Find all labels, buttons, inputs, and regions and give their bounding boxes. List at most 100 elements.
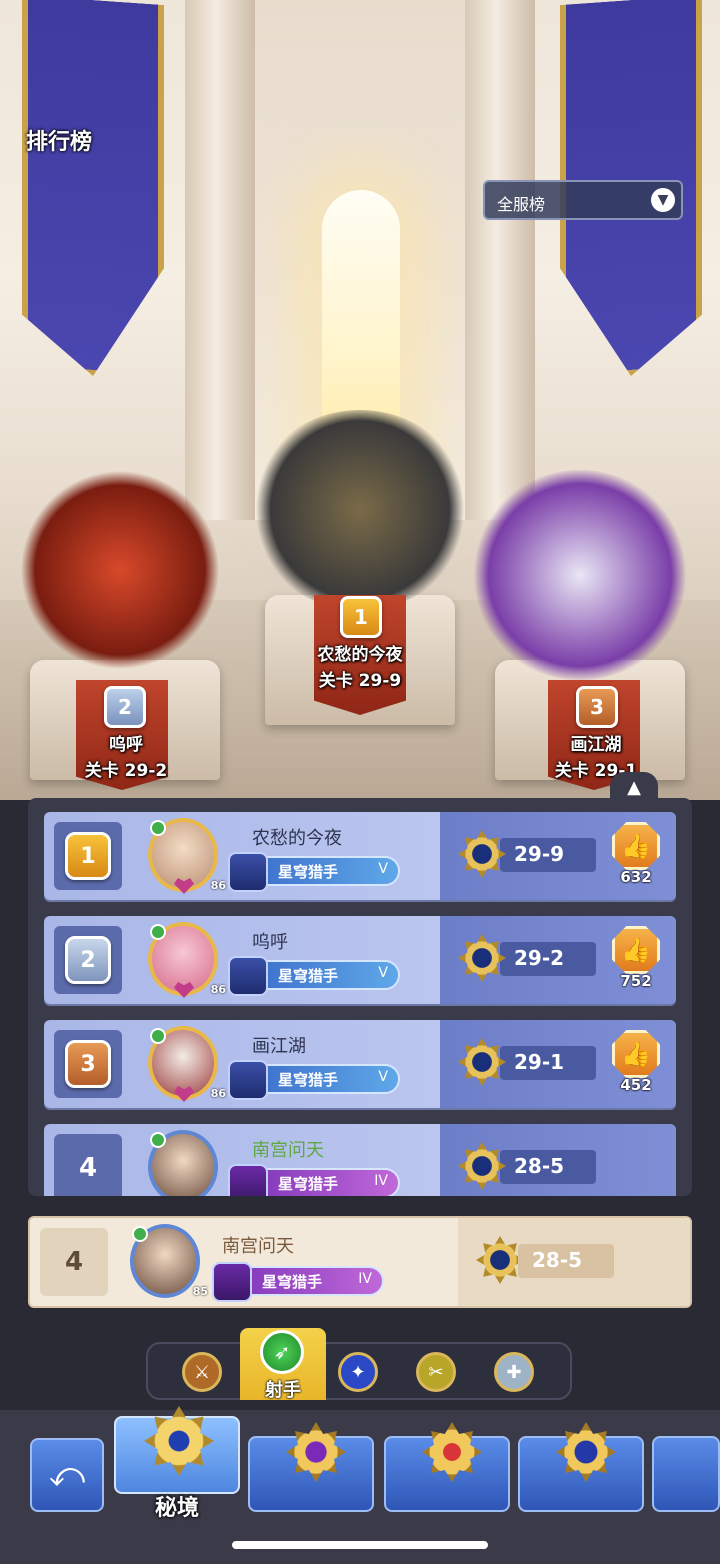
player-level: 86 bbox=[210, 983, 226, 996]
rank-box: 2 bbox=[54, 926, 122, 994]
realm-emblem-icon bbox=[144, 1406, 214, 1476]
player-name: 农愁的今夜 bbox=[252, 828, 342, 849]
podium-rank-badge: 1 bbox=[340, 596, 382, 638]
heart-icon bbox=[174, 982, 194, 998]
class-tag-icon bbox=[150, 924, 166, 940]
thumbs-up-icon[interactable]: 👍 bbox=[612, 926, 660, 974]
leaderboard-row[interactable]: 2 86 呜呼 星穹猎手 V 29-2 👍 752 bbox=[44, 916, 676, 1004]
column bbox=[185, 0, 255, 520]
rank-medal: 1 bbox=[65, 832, 111, 880]
podium-name: 呜呼 bbox=[109, 735, 143, 755]
tab-secret-realm[interactable] bbox=[114, 1406, 240, 1494]
page-title: 排行榜 bbox=[26, 130, 93, 155]
avatar[interactable]: 86 bbox=[148, 818, 226, 894]
realm-sigil-icon bbox=[458, 830, 506, 878]
avatar[interactable] bbox=[148, 1130, 218, 1196]
back-button[interactable]: ⤺ bbox=[30, 1438, 104, 1512]
assassin-icon[interactable]: ✂ bbox=[416, 1352, 456, 1392]
realm-sigil-icon bbox=[476, 1236, 524, 1284]
stage-value: 28-5 bbox=[514, 1154, 565, 1178]
tab-secret-realm-label: 秘境 bbox=[154, 1496, 199, 1521]
tab-more[interactable] bbox=[652, 1436, 720, 1512]
avatar[interactable]: 85 bbox=[130, 1224, 208, 1298]
progress-section: 29-2 👍 752 bbox=[440, 916, 676, 1004]
stage-value: 29-2 bbox=[514, 946, 565, 970]
title-tier: IV bbox=[374, 1173, 388, 1189]
rank-box: 4 bbox=[54, 1134, 122, 1196]
class-tag-icon bbox=[150, 820, 166, 836]
stage-box: 29-1 bbox=[500, 1046, 596, 1080]
server-dropdown[interactable]: 全服榜 ▼ bbox=[483, 180, 683, 220]
title-text: 星穹猎手 bbox=[262, 1273, 323, 1291]
home-indicator bbox=[232, 1541, 488, 1549]
player-name: 呜呼 bbox=[252, 932, 288, 953]
class-tab-label: 射手 bbox=[265, 1380, 301, 1401]
title-text: 星穹猎手 bbox=[278, 1071, 339, 1089]
thumbs-up-icon[interactable]: 👍 bbox=[612, 1030, 660, 1078]
rank-box: 3 bbox=[54, 1030, 122, 1098]
rank-box: 1 bbox=[54, 822, 122, 890]
player-level: 86 bbox=[210, 1087, 226, 1100]
back-arrow-icon: ⤺ bbox=[48, 1455, 86, 1495]
podium-rank-badge: 2 bbox=[104, 686, 146, 728]
hero-rank-2-figure[interactable] bbox=[20, 470, 220, 670]
banner-left bbox=[22, 0, 164, 381]
heart-icon bbox=[174, 878, 194, 894]
tab-purple-emblem[interactable] bbox=[248, 1422, 374, 1512]
stage-box: 28-5 bbox=[500, 1150, 596, 1184]
podium-stage: 关卡 29-1 bbox=[554, 761, 638, 781]
title-text: 星穹猎手 bbox=[278, 863, 339, 881]
title-emblem-icon bbox=[228, 852, 268, 892]
chevron-down-icon[interactable]: ▼ bbox=[651, 188, 675, 212]
support-icon[interactable]: ✚ bbox=[494, 1352, 534, 1392]
leaderboard-row[interactable]: 1 86 农愁的今夜 星穹猎手 V 29-9 👍 632 bbox=[44, 812, 676, 900]
class-tag-icon bbox=[150, 1132, 166, 1148]
tab-crown[interactable] bbox=[384, 1422, 510, 1512]
title-badge: 星穹猎手 V bbox=[228, 956, 400, 996]
leaderboard-row[interactable]: 3 86 画江湖 星穹猎手 V 29-1 👍 452 bbox=[44, 1020, 676, 1108]
stage-value: 29-1 bbox=[514, 1050, 565, 1074]
title-emblem-icon bbox=[228, 1164, 268, 1196]
leaderboard-row[interactable]: 4 南宫问天 星穹猎手 IV 28-5 bbox=[44, 1124, 676, 1196]
star-emblem-icon bbox=[556, 1422, 616, 1482]
mage-icon[interactable]: ✦ bbox=[338, 1352, 378, 1392]
rank-box: 4 bbox=[40, 1228, 108, 1296]
like-count: 452 bbox=[620, 1076, 652, 1094]
title-emblem-icon bbox=[228, 1060, 268, 1100]
title-emblem-icon bbox=[212, 1262, 252, 1302]
class-tag-icon bbox=[132, 1226, 148, 1242]
avatar[interactable]: 86 bbox=[148, 1026, 226, 1102]
realm-sigil-icon bbox=[458, 1038, 506, 1086]
hero-rank-1-figure[interactable] bbox=[250, 410, 470, 610]
progress-section: 29-1 👍 452 bbox=[440, 1020, 676, 1108]
progress-section: 28-5 bbox=[440, 1124, 676, 1196]
hero-rank-3-figure[interactable] bbox=[470, 470, 690, 680]
stage-box: 28-5 bbox=[518, 1244, 614, 1278]
tab-star-emblem[interactable] bbox=[518, 1422, 644, 1512]
server-dropdown-label: 全服榜 bbox=[497, 195, 546, 214]
chevron-up-icon: ▲ bbox=[627, 776, 641, 798]
player-level: 86 bbox=[210, 879, 226, 892]
player-name: 画江湖 bbox=[252, 1036, 306, 1057]
stage-box: 29-2 bbox=[500, 942, 596, 976]
heart-icon bbox=[174, 1086, 194, 1102]
title-tier: IV bbox=[358, 1271, 372, 1287]
column bbox=[465, 0, 535, 520]
thumbs-up-icon[interactable]: 👍 bbox=[612, 822, 660, 870]
title-badge: 星穹猎手 IV bbox=[212, 1262, 384, 1302]
title-tier: V bbox=[378, 861, 388, 877]
avatar[interactable]: 86 bbox=[148, 922, 226, 998]
player-name: 南宫问天 bbox=[252, 1140, 324, 1161]
class-filter-bar[interactable]: ⚔ ➶ 射手 ✦ ✂ ✚ bbox=[146, 1328, 572, 1401]
like-count: 632 bbox=[620, 868, 652, 886]
my-rank-row[interactable]: 4 85 南宫问天 星穹猎手 IV 28-5 bbox=[28, 1216, 692, 1308]
title-tier: V bbox=[378, 965, 388, 981]
class-tab-selected[interactable]: ➶ 射手 bbox=[240, 1328, 326, 1401]
title-text: 星穹猎手 bbox=[278, 967, 339, 985]
leaderboard-panel[interactable]: 1 86 农愁的今夜 星穹猎手 V 29-9 👍 632 2 86 呜呼 星穹猎手… bbox=[28, 798, 692, 1196]
rank-number: 4 bbox=[78, 1153, 98, 1183]
podium-name: 画江湖 bbox=[570, 735, 622, 755]
warrior-icon[interactable]: ⚔ bbox=[182, 1352, 222, 1392]
stage-value: 29-9 bbox=[514, 842, 565, 866]
realm-sigil-icon bbox=[458, 934, 506, 982]
